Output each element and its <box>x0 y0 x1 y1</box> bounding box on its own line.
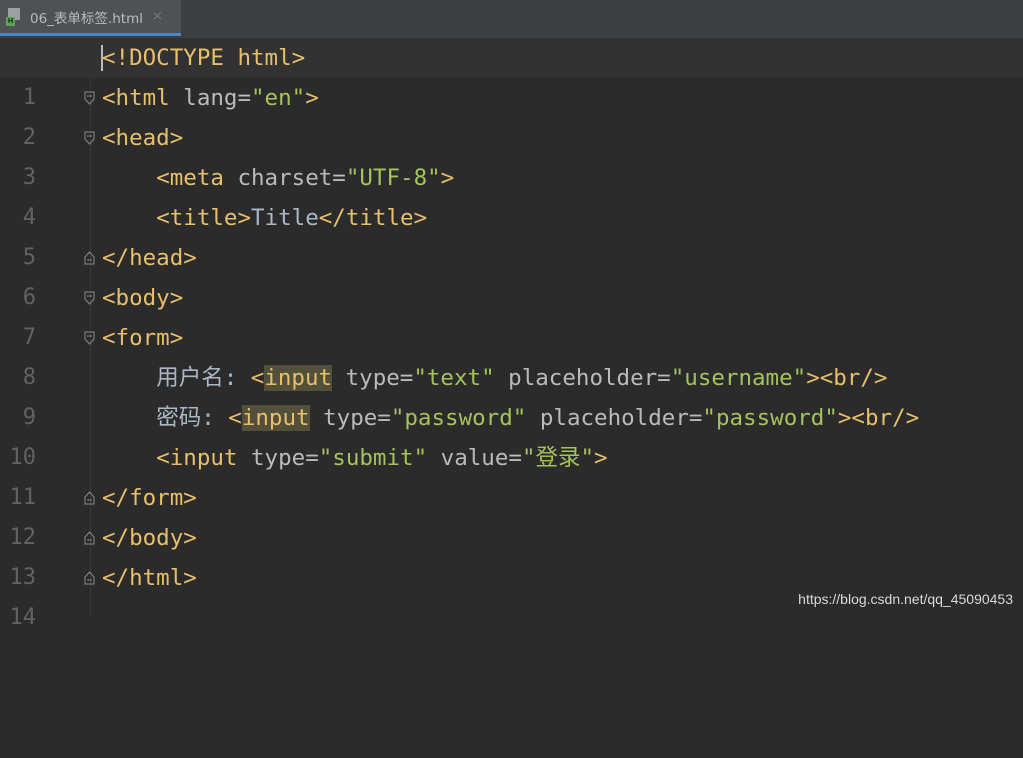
fold-open-icon[interactable] <box>84 91 95 105</box>
tag-token: <html <box>102 85 184 111</box>
text-token: 密码: <box>156 405 229 431</box>
code-line[interactable]: 8 <form> <box>0 318 1023 390</box>
file-tab-label: 06_表单标签.html <box>30 10 143 27</box>
tag-token: </form> <box>102 485 197 511</box>
code-line[interactable]: 12 </form> <box>0 478 1023 550</box>
tag-token: <meta <box>156 165 238 191</box>
code-line[interactable]: 6 </head> <box>0 238 1023 310</box>
code-line[interactable]: 5 <title>Title</title> <box>0 198 1023 270</box>
tag-token: <input <box>156 445 252 471</box>
fold-close-icon[interactable] <box>84 491 95 505</box>
tag-token: </body> <box>102 525 197 551</box>
fold-close-icon[interactable] <box>84 251 95 265</box>
code-line[interactable]: 2 <html lang="en"> <box>0 78 1023 150</box>
watermark-url: https://blog.csdn.net/qq_45090453 <box>798 591 1013 607</box>
code-line[interactable]: 9 用户名: <input type="text" placeholder="u… <box>0 358 1023 430</box>
attr-token: placeholder= <box>494 365 671 391</box>
tag-token: <form> <box>102 325 184 351</box>
code-line[interactable]: 7 <body> <box>0 278 1023 350</box>
tag-token: > <box>594 445 608 471</box>
doctype-token: <!DOCTYPE html> <box>102 45 306 71</box>
tag-token: </head> <box>102 245 197 271</box>
tag-token: ><br/> <box>806 365 888 391</box>
text-token: Title <box>251 205 319 231</box>
fold-close-icon[interactable] <box>84 531 95 545</box>
tag-token: </html> <box>102 565 197 591</box>
string-token: "password" <box>702 405 838 431</box>
string-token: "password" <box>390 405 527 431</box>
file-tab[interactable]: H 06_表单标签.html × <box>0 0 181 36</box>
highlighted-tag-token: input <box>264 365 333 391</box>
tag-token: > <box>440 165 455 191</box>
code-line[interactable]: 1 <!DOCTYPE html> <box>0 38 1023 110</box>
fold-open-icon[interactable] <box>84 291 95 305</box>
code-line[interactable]: 11 <input type="submit" value="登录"> <box>0 438 1023 510</box>
code-line[interactable]: 10 密码: <input type="password" placeholde… <box>0 398 1023 470</box>
attr-token: type= <box>309 405 391 431</box>
attr-token: charset= <box>237 165 346 191</box>
attr-token: value= <box>427 445 522 471</box>
tag-token: <head> <box>102 125 184 151</box>
attr-token: placeholder= <box>526 405 703 431</box>
editor-tab-bar: H 06_表单标签.html × <box>0 0 1023 39</box>
fold-close-icon[interactable] <box>84 571 95 585</box>
string-token: "submit" <box>318 445 428 471</box>
tag-token: < <box>250 365 265 391</box>
tag-token: ><br/> <box>837 405 920 431</box>
string-token: "UTF-8" <box>345 165 441 191</box>
text-token: 用户名: <box>156 365 251 391</box>
tag-token: > <box>305 85 319 111</box>
tag-token: </title> <box>318 205 428 231</box>
tag-token: <body> <box>102 285 184 311</box>
string-token: "登录" <box>521 445 595 471</box>
string-token: "username" <box>670 365 807 391</box>
line-number: 14 <box>9 605 37 630</box>
code-line[interactable]: 4 <meta charset="UTF-8"> <box>0 158 1023 230</box>
attr-token: type= <box>251 445 319 471</box>
code-line[interactable]: 13 </body> <box>0 518 1023 590</box>
fold-open-icon[interactable] <box>84 131 95 145</box>
highlighted-tag-token: input <box>241 405 310 431</box>
tag-token: < <box>228 405 242 431</box>
tag-token: <title> <box>156 205 252 231</box>
html-file-icon: H <box>6 7 22 26</box>
fold-open-icon[interactable] <box>84 331 95 345</box>
close-tab-icon[interactable]: × <box>152 9 163 24</box>
attr-token: lang= <box>183 85 252 111</box>
code-editor[interactable]: 1 <!DOCTYPE html> 2 <html lang="en"> 3 <… <box>0 38 1023 630</box>
string-token: "en" <box>251 85 306 111</box>
string-token: "text" <box>413 365 495 391</box>
attr-token: type= <box>332 365 414 391</box>
code-line[interactable]: 3 <head> <box>0 118 1023 190</box>
